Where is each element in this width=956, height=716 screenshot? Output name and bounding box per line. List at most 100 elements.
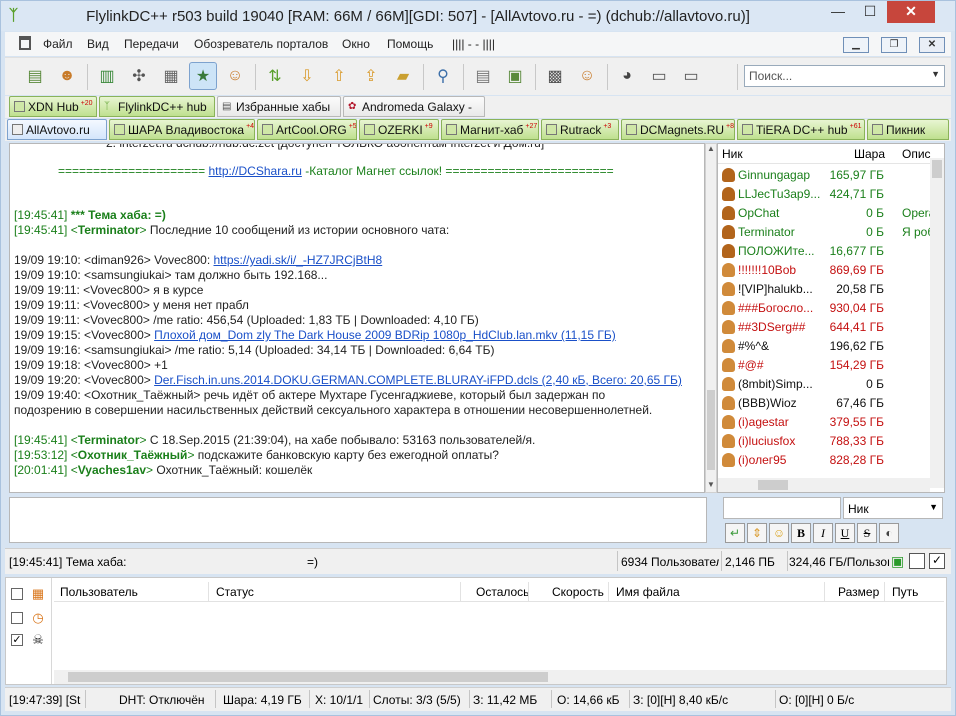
tab-rutrack[interactable]: Rutrack +3 [541, 119, 619, 140]
scroll-thumb[interactable] [932, 160, 942, 178]
network-stats-icon[interactable]: ▭ [677, 62, 705, 90]
scroll-thumb[interactable] [68, 672, 548, 682]
col-desc[interactable]: Опис [902, 147, 931, 161]
menu-file[interactable]: Файл [43, 37, 73, 51]
chat-link[interactable]: Плохой дом_Dom zly The Dark House 2009 B… [154, 328, 616, 342]
tab-allavtovo[interactable]: AllAvtovo.ru [7, 119, 107, 140]
close-button[interactable]: ✕ [887, 1, 935, 23]
menu-view[interactable]: Вид [87, 37, 109, 51]
user-settings-icon[interactable]: ☺ [573, 62, 601, 90]
notepad-icon[interactable]: ▩ [541, 62, 569, 90]
strike-icon[interactable]: S [857, 523, 877, 543]
tab-artcool[interactable]: ArtCool.ORG +5 [257, 119, 357, 140]
user-row[interactable]: (i)олег95 828,28 ГБ [718, 451, 928, 470]
favorite-users-icon[interactable]: ☺ [221, 62, 249, 90]
tab-shara-vladivostok[interactable]: ШАРА Владивостока +4 [109, 119, 255, 140]
tab-ozerki[interactable]: OZERKI +9 [359, 119, 439, 140]
filter-checkbox-2[interactable] [11, 612, 23, 624]
share-folder-icon[interactable]: ▰ [389, 62, 417, 90]
tab-piknik[interactable]: Пикник [867, 119, 949, 140]
filter-column-select[interactable]: Ник ▼ [843, 497, 943, 519]
user-row[interactable]: (8mbit)Simp... 0 Б [718, 375, 928, 394]
col-share[interactable]: Шара [854, 147, 885, 161]
chat-log[interactable]: 2. interzet.ru dchub://hub.dc.zet [досту… [9, 143, 705, 493]
user-row[interactable]: ##3DSerg## 644,41 ГБ [718, 318, 928, 337]
search-icon[interactable]: ⚲ [429, 62, 457, 90]
filter-checkbox-3[interactable]: ✓ [11, 634, 23, 646]
col-remaining[interactable]: Осталось [476, 585, 529, 599]
scroll-thumb[interactable] [758, 480, 788, 490]
chevron-down-icon[interactable]: ▼ [929, 502, 938, 512]
user-row[interactable]: !!!!!!!10Bob 869,69 ГБ [718, 261, 928, 280]
mdi-restore-button[interactable]: ❐ [881, 37, 907, 53]
finished-downloads-icon[interactable]: ⇩ [293, 62, 321, 90]
public-hubs-icon[interactable]: ▥ [93, 62, 121, 90]
chevron-down-icon[interactable]: ▼ [931, 69, 940, 79]
user-row[interactable]: ![VIP]halukb... 20,58 ГБ [718, 280, 928, 299]
user-row[interactable]: #%^& 196,62 ГБ [718, 337, 928, 356]
user-list-vscroll[interactable] [930, 158, 944, 488]
user-row[interactable]: #@# 154,29 ГБ [718, 356, 928, 375]
user-row[interactable]: (BBB)Wioz 67,46 ГБ [718, 394, 928, 413]
user-filter-input[interactable] [723, 497, 841, 519]
favorite-hubs-icon[interactable]: ★ [189, 62, 217, 90]
bold-icon[interactable]: B [791, 523, 811, 543]
document-icon[interactable] [19, 36, 31, 50]
chat-nick[interactable]: Vyaches1av [78, 463, 146, 477]
title-bar[interactable]: ᛉ FlylinkDC++ r503 build 19040 [RAM: 66M… [1, 1, 955, 31]
italic-icon[interactable]: I [813, 523, 833, 543]
tab-flylink-hub[interactable]: ᛉ FlylinkDC++ hub [99, 96, 215, 117]
col-user[interactable]: Пользователь [60, 585, 138, 599]
user-row[interactable]: (i)luciusfox 788,33 ГБ [718, 432, 928, 451]
server-icon[interactable]: ▦ [157, 62, 185, 90]
monitor-icon[interactable]: ▣ [891, 553, 907, 569]
col-filename[interactable]: Имя файла [616, 585, 680, 599]
mdi-minimize-button[interactable]: ▁ [843, 37, 869, 53]
mdi-close-button[interactable]: ✕ [919, 37, 945, 53]
send-icon[interactable]: ↵ [725, 523, 745, 543]
tab-xdn-hub[interactable]: XDN Hub +20 [9, 96, 97, 117]
scroll-up-icon[interactable]: ▲ [706, 144, 716, 156]
user-row[interactable]: (i)agestar 379,55 ГБ [718, 413, 928, 432]
user-row[interactable]: OpChat0 БOperator [718, 204, 942, 223]
connect-icon[interactable]: ▤ [21, 62, 49, 90]
user-list-hscroll[interactable] [718, 478, 930, 492]
color-icon[interactable]: ◐ [879, 523, 899, 543]
menu-portal-browser[interactable]: Обозреватель порталов [194, 37, 328, 51]
tab-tiera-hub[interactable]: TiERA DC++ hub +61 [737, 119, 865, 140]
chat-nick[interactable]: Terminator [78, 433, 140, 447]
tab-magnet-hub[interactable]: Магнит-хаб +27 [441, 119, 539, 140]
col-path[interactable]: Путь [892, 585, 918, 599]
userlist-toggle-icon[interactable] [909, 553, 925, 569]
user-row[interactable]: Terminator 0 БЯ робо [718, 223, 941, 242]
adl-search-icon[interactable]: ▤ [469, 62, 497, 90]
chat-scrollbar[interactable]: ▲ ▼ [705, 143, 717, 493]
chat-link[interactable]: Der.Fisch.in.uns.2014.DOKU.GERMAN.COMPLE… [154, 373, 682, 387]
user-row[interactable]: ПОЛОЖИте... 16,677 ГБ [718, 242, 928, 261]
col-size[interactable]: Размер [838, 585, 879, 599]
scroll-down-icon[interactable]: ▼ [706, 480, 716, 492]
message-input[interactable] [9, 497, 707, 543]
maximize-button[interactable]: ☐ [855, 1, 885, 23]
transfers-hscroll[interactable] [54, 670, 946, 684]
menu-transfers[interactable]: Передачи [124, 37, 179, 51]
finished-uploads-icon[interactable]: ⇪ [357, 62, 385, 90]
menu-extra[interactable]: |||| - - |||| [452, 37, 495, 51]
search-input[interactable]: Поиск... ▼ [744, 65, 945, 87]
user-row[interactable]: LLJecTu3ap9... 424,71 ГБ [718, 185, 928, 204]
underline-icon[interactable]: U [835, 523, 855, 543]
upload-queue-icon[interactable]: ⇧ [325, 62, 353, 90]
menu-help[interactable]: Помощь [387, 37, 433, 51]
scroll-thumb[interactable] [707, 390, 715, 470]
col-nick[interactable]: Ник [722, 147, 743, 161]
col-speed[interactable]: Скорость [552, 585, 604, 599]
col-status[interactable]: Статус [216, 585, 254, 599]
filter-checkbox-1[interactable] [11, 588, 23, 600]
show-users-checkbox[interactable]: ✓ [929, 553, 945, 569]
reconnect-icon[interactable]: ☻ [53, 62, 81, 90]
network-icon[interactable]: ✣ [125, 62, 153, 90]
tab-dcmagnets[interactable]: DCMagnets.RU +8 [621, 119, 735, 140]
user-row[interactable]: ###Богосло... 930,04 ГБ [718, 299, 928, 318]
download-queue-icon[interactable]: ⇅ [261, 62, 289, 90]
away-icon[interactable]: ◕ [613, 62, 641, 90]
